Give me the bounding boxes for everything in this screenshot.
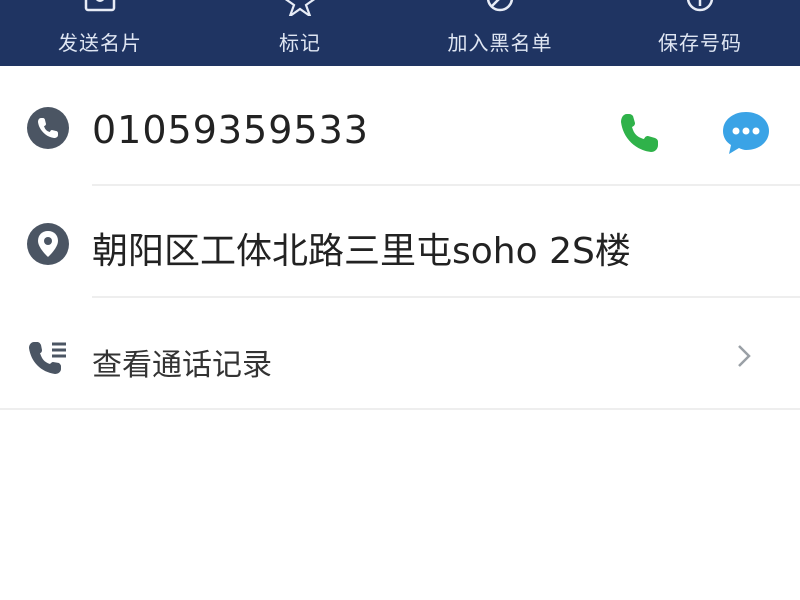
card-icon (84, 0, 116, 12)
plus-icon (686, 0, 714, 12)
star-icon (284, 0, 316, 16)
call-button[interactable] (614, 108, 664, 158)
phone-row: 01059359533 (0, 76, 800, 186)
phone-icon (27, 107, 69, 149)
address-text: 朝阳区工体北路三里屯soho 2S楼 (92, 231, 631, 272)
call-log-row[interactable]: 查看通话记录 (0, 300, 800, 410)
add-blacklist-button[interactable]: 加入黑名单 (400, 0, 600, 66)
save-number-label: 保存号码 (658, 31, 742, 55)
phone-divider (92, 184, 800, 186)
phone-number: 01059359533 (92, 108, 369, 152)
send-card-button[interactable]: 发送名片 (0, 0, 200, 66)
add-blacklist-label: 加入黑名单 (447, 31, 553, 55)
send-card-label: 发送名片 (58, 31, 142, 55)
action-toolbar: 发送名片 标记 加入黑名单 保存号码 (0, 0, 800, 66)
address-row: 朝阳区工体北路三里屯soho 2S楼 (0, 188, 800, 298)
mark-label: 标记 (279, 31, 321, 55)
address-divider (92, 296, 800, 298)
location-icon (27, 223, 69, 265)
call-log-icon (29, 342, 66, 374)
save-number-button[interactable]: 保存号码 (600, 0, 800, 66)
call-log-divider (0, 408, 800, 410)
chevron-right-icon (738, 345, 751, 367)
mark-button[interactable]: 标记 (200, 0, 400, 66)
message-button[interactable] (720, 108, 772, 158)
block-icon (486, 0, 514, 12)
call-log-label: 查看通话记录 (92, 348, 272, 383)
